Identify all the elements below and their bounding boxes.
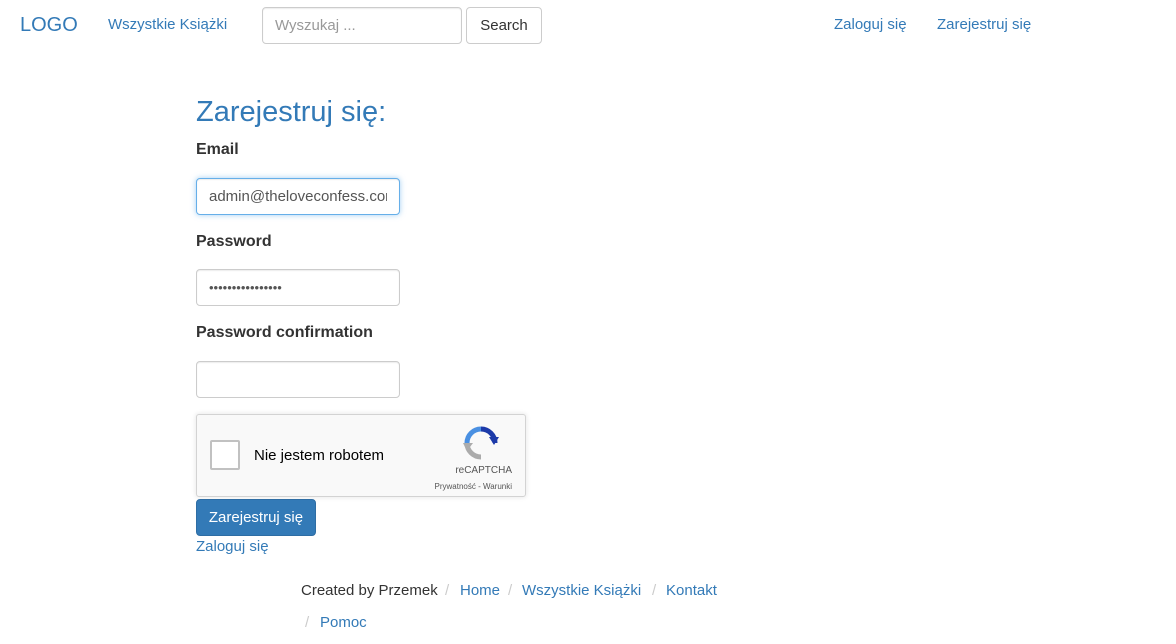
nav-all-books-link[interactable]: Wszystkie Książki [108, 16, 227, 34]
navbar: LOGO Wszystkie Książki Search Zaloguj si… [0, 0, 1176, 50]
footer-link-home[interactable]: Home [460, 582, 500, 600]
page-title: Zarejestruj się: [196, 96, 387, 128]
nav-register-link[interactable]: Zarejestruj się [937, 16, 1031, 34]
footer-separator: / [445, 582, 450, 599]
password-label: Password [196, 233, 272, 250]
footer-separator: / [652, 582, 657, 599]
password-field[interactable]: •••••••••••••••• [196, 269, 400, 306]
logo-link[interactable]: LOGO [20, 12, 78, 38]
recaptcha-label: Nie jestem robotem [254, 447, 385, 464]
recaptcha-checkbox[interactable] [210, 440, 240, 470]
email-label: Email [196, 141, 239, 158]
register-submit-button[interactable]: Zarejestruj się [196, 499, 316, 536]
recaptcha-logo-icon [463, 426, 499, 460]
password-confirmation-field[interactable] [196, 361, 400, 398]
search-button[interactable]: Search [466, 7, 542, 44]
footer-link-help[interactable]: Pomoc [320, 614, 367, 632]
email-field[interactable] [196, 178, 400, 215]
recaptcha-terms-link[interactable]: Prywatność - Warunki [435, 482, 513, 492]
recaptcha-widget: Nie jestem robotem reCAPTCHA Prywatność … [196, 414, 526, 497]
password-confirmation-label: Password confirmation [196, 324, 373, 341]
login-link[interactable]: Zaloguj się [196, 538, 269, 556]
footer-link-contact[interactable]: Kontakt [666, 582, 717, 600]
footer-link-all-books[interactable]: Wszystkie Książki [522, 582, 641, 600]
search-input[interactable] [262, 7, 462, 44]
nav-login-link[interactable]: Zaloguj się [834, 16, 907, 34]
recaptcha-brand: reCAPTCHA [455, 465, 512, 476]
footer-created-by: Created by Przemek [301, 582, 438, 599]
footer-separator: / [305, 614, 310, 631]
footer-separator: / [508, 582, 513, 599]
